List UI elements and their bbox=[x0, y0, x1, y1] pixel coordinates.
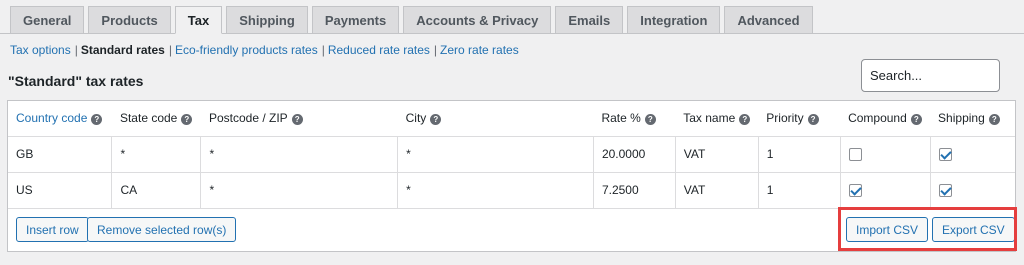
cell-postcode[interactable]: * bbox=[200, 136, 399, 173]
highlight-annotation-box bbox=[838, 207, 1017, 251]
column-label: Country code bbox=[16, 111, 88, 126]
subnav-reduced-rates[interactable]: Reduced rate rates bbox=[328, 43, 430, 57]
cell-city[interactable]: * bbox=[397, 136, 594, 173]
tab-emails[interactable]: Emails bbox=[555, 6, 624, 34]
search-input[interactable] bbox=[861, 59, 1000, 92]
column-header-state-code: State code? bbox=[111, 101, 201, 137]
cell-country[interactable]: US bbox=[8, 172, 113, 209]
table-row[interactable]: GB * * * 20.0000 VAT 1 bbox=[8, 136, 1015, 173]
cell-postcode[interactable]: * bbox=[200, 172, 399, 209]
help-icon[interactable]: ? bbox=[807, 113, 819, 125]
subnav-eco-rates[interactable]: Eco-friendly products rates bbox=[175, 43, 318, 57]
tab-integration[interactable]: Integration bbox=[627, 6, 721, 34]
shipping-checkbox[interactable] bbox=[938, 148, 952, 162]
cell-priority[interactable]: 1 bbox=[758, 172, 841, 209]
help-icon[interactable]: ? bbox=[910, 113, 922, 125]
column-header-city: City? bbox=[397, 101, 594, 137]
column-label: Compound bbox=[848, 111, 907, 126]
table-row[interactable]: US CA * * 7.2500 VAT 1 bbox=[8, 172, 1015, 209]
cell-state[interactable]: * bbox=[111, 136, 202, 173]
table-header-row: Country code? State code? Postcode / ZIP… bbox=[8, 101, 1015, 137]
cell-shipping bbox=[930, 172, 1015, 209]
cell-compound bbox=[840, 172, 931, 209]
tab-tax[interactable]: Tax bbox=[174, 6, 223, 34]
cell-tax-name[interactable]: VAT bbox=[675, 136, 759, 173]
column-header-postcode: Postcode / ZIP? bbox=[200, 101, 398, 137]
help-icon[interactable]: ? bbox=[644, 113, 656, 125]
column-label: State code bbox=[119, 111, 178, 126]
subnav-separator: | bbox=[321, 43, 325, 57]
column-header-tax-name: Tax name? bbox=[675, 101, 759, 137]
column-header-rate: Rate %? bbox=[593, 101, 676, 137]
column-label: Shipping bbox=[938, 111, 985, 126]
cell-priority[interactable]: 1 bbox=[758, 136, 841, 173]
column-header-country-code[interactable]: Country code? bbox=[8, 101, 112, 137]
compound-checkbox[interactable] bbox=[848, 148, 862, 162]
cell-state[interactable]: CA bbox=[111, 172, 202, 209]
subnav-separator: | bbox=[433, 43, 438, 57]
help-icon[interactable]: ? bbox=[739, 113, 751, 125]
cell-country[interactable]: GB bbox=[8, 136, 113, 173]
help-icon[interactable]: ? bbox=[291, 113, 303, 125]
cell-shipping bbox=[930, 136, 1015, 173]
shipping-checkbox[interactable] bbox=[938, 184, 952, 198]
cell-city[interactable]: * bbox=[397, 172, 594, 209]
cell-rate[interactable]: 7.2500 bbox=[593, 172, 676, 209]
tab-accounts-privacy[interactable]: Accounts & Privacy bbox=[403, 6, 552, 34]
subnav-zero-rates[interactable]: Zero rate rates bbox=[440, 43, 519, 57]
help-icon[interactable]: ? bbox=[430, 113, 442, 125]
remove-rows-button[interactable]: Remove selected row(s) bbox=[87, 217, 237, 242]
help-icon[interactable]: ? bbox=[181, 113, 193, 125]
page-heading: "Standard" tax rates bbox=[8, 73, 144, 89]
subnav-standard-rates: Standard rates bbox=[80, 43, 165, 57]
cell-compound bbox=[840, 136, 931, 173]
tab-payments[interactable]: Payments bbox=[311, 6, 400, 34]
tab-shipping[interactable]: Shipping bbox=[226, 6, 308, 34]
column-header-compound: Compound? bbox=[840, 101, 931, 137]
tab-products[interactable]: Products bbox=[88, 6, 171, 34]
cell-tax-name[interactable]: VAT bbox=[675, 172, 759, 209]
compound-checkbox[interactable] bbox=[848, 184, 862, 198]
cell-rate[interactable]: 20.0000 bbox=[593, 136, 676, 173]
tax-subnav: Tax options | Standard rates | Eco-frien… bbox=[10, 43, 519, 57]
subnav-tax-options[interactable]: Tax options bbox=[10, 43, 71, 57]
subnav-separator: | bbox=[168, 43, 172, 57]
help-icon[interactable]: ? bbox=[988, 113, 1000, 125]
column-label: Postcode / ZIP bbox=[208, 111, 288, 126]
column-label: Priority bbox=[766, 111, 804, 126]
settings-tabs: General Products Tax Shipping Payments A… bbox=[10, 6, 813, 34]
column-label: City bbox=[405, 111, 427, 126]
insert-row-button[interactable]: Insert row bbox=[16, 217, 89, 242]
column-label: Tax name bbox=[683, 111, 736, 126]
help-icon[interactable]: ? bbox=[91, 113, 103, 125]
subnav-separator: | bbox=[74, 43, 78, 57]
column-header-priority: Priority? bbox=[758, 101, 841, 137]
tab-advanced[interactable]: Advanced bbox=[724, 6, 813, 34]
column-label: Rate % bbox=[601, 111, 641, 126]
column-header-shipping: Shipping? bbox=[930, 101, 1015, 137]
tab-general[interactable]: General bbox=[10, 6, 85, 34]
